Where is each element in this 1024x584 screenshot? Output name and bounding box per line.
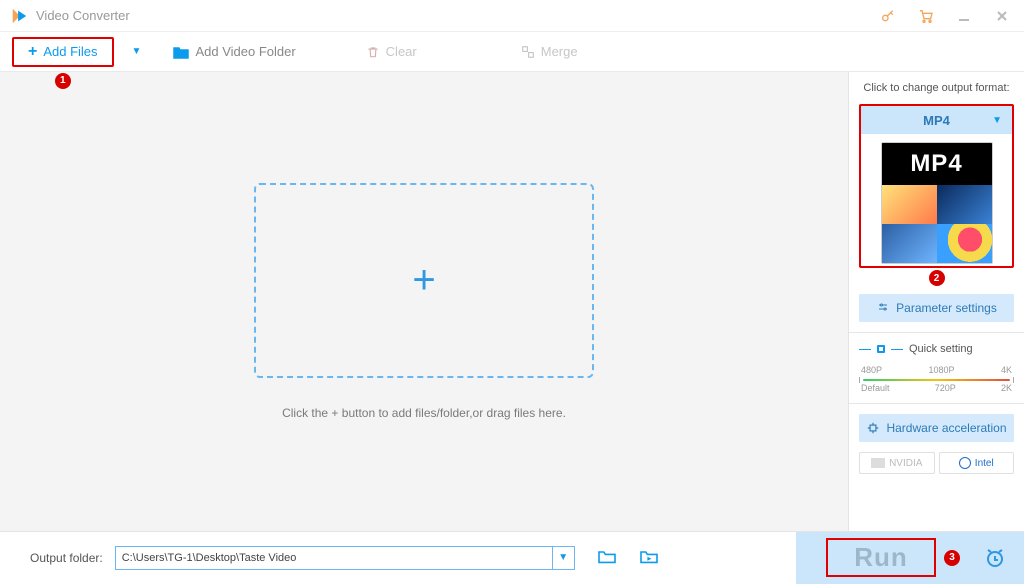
merge-button[interactable]: Merge	[511, 37, 588, 67]
annotation-3: 3	[944, 550, 960, 566]
folder-video-icon	[173, 45, 189, 59]
trash-icon	[366, 45, 380, 59]
output-format-label: MP4	[923, 113, 950, 128]
parameter-settings-label: Parameter settings	[896, 301, 997, 315]
main: + Click the + button to add files/folder…	[0, 72, 1024, 531]
run-button[interactable]: Run 3	[796, 532, 966, 584]
intel-icon	[959, 457, 971, 469]
tick: 2K	[1001, 383, 1012, 393]
intel-label: Intel	[975, 458, 994, 469]
intel-chip: Intel	[939, 452, 1015, 474]
tick: 4K	[1001, 365, 1012, 375]
chevron-down-icon: ▼	[992, 115, 1002, 126]
quick-setting-label: Quick setting	[909, 343, 973, 355]
nvidia-label: NVIDIA	[889, 458, 922, 469]
annotation-1: 1	[55, 73, 71, 89]
add-folder-label: Add Video Folder	[195, 44, 295, 59]
format-thumb-tag: MP4	[882, 143, 992, 185]
bottom-bar: Output folder: ▼ Run 3	[0, 531, 1024, 583]
tick: 480P	[861, 365, 882, 375]
format-thumbnail: MP4	[881, 142, 993, 264]
add-files-dropdown[interactable]: ▼	[132, 46, 142, 57]
nvidia-chip: NVIDIA	[859, 452, 935, 474]
dropzone[interactable]: +	[254, 183, 594, 378]
cart-icon[interactable]	[914, 4, 938, 28]
big-plus-icon: +	[412, 258, 435, 303]
minimize-button[interactable]	[952, 4, 976, 28]
side-header: Click to change output format:	[859, 82, 1014, 94]
add-folder-button[interactable]: Add Video Folder	[163, 37, 305, 67]
toolbar: + Add Files 1 ▼ Add Video Folder Clear M…	[0, 32, 1024, 72]
clear-button[interactable]: Clear	[356, 37, 427, 67]
output-folder-label: Output folder:	[30, 551, 103, 565]
tick: Default	[861, 383, 890, 393]
titlebar: Video Converter	[0, 0, 1024, 32]
nvidia-icon	[871, 458, 885, 468]
add-files-button[interactable]: + Add Files	[12, 37, 114, 67]
output-format-selector[interactable]: MP4 ▼ MP4	[859, 104, 1014, 268]
hardware-accel-button[interactable]: Hardware acceleration	[859, 414, 1014, 442]
add-files-label: Add Files	[43, 44, 97, 59]
quality-slider[interactable]: 480P 1080P 4K Default 720P 2K	[859, 365, 1014, 393]
clear-label: Clear	[386, 44, 417, 59]
quick-setting-row: Quick setting	[859, 343, 1014, 355]
dropzone-hint: Click the + button to add files/folder,o…	[282, 406, 566, 420]
plus-icon: +	[28, 43, 37, 61]
output-folder-input[interactable]	[116, 547, 552, 569]
close-button[interactable]	[990, 4, 1014, 28]
tick: 1080P	[928, 365, 954, 375]
key-icon[interactable]	[876, 4, 900, 28]
folder-dropdown[interactable]: ▼	[552, 547, 574, 569]
run-label: Run	[854, 542, 908, 572]
open-output-icon[interactable]	[639, 548, 659, 567]
open-folder-button[interactable]	[597, 548, 617, 567]
chip-icon	[866, 421, 880, 435]
annotation-2: 2	[929, 270, 945, 286]
app-title: Video Converter	[36, 8, 130, 23]
schedule-button[interactable]	[966, 532, 1024, 584]
output-folder-field[interactable]: ▼	[115, 546, 575, 570]
side-panel: Click to change output format: MP4 ▼ MP4…	[848, 72, 1024, 531]
tick: 720P	[935, 383, 956, 393]
sliders-icon	[876, 302, 890, 314]
app-logo	[10, 7, 28, 25]
drop-canvas: + Click the + button to add files/folder…	[0, 72, 848, 531]
hardware-accel-label: Hardware acceleration	[886, 421, 1006, 435]
merge-label: Merge	[541, 44, 578, 59]
merge-icon	[521, 45, 535, 59]
parameter-settings-button[interactable]: Parameter settings	[859, 294, 1014, 322]
